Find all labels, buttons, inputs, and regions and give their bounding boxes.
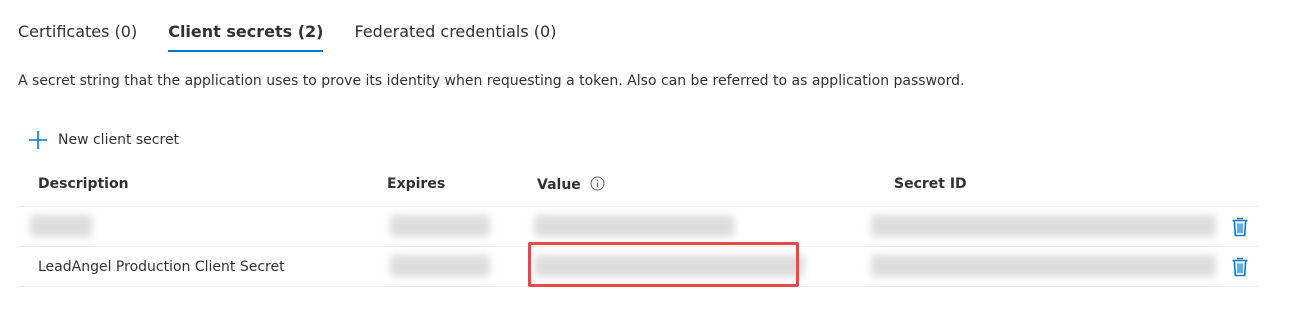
redacted-description bbox=[30, 215, 92, 237]
table-header: Description Expires Value Secret ID bbox=[18, 164, 1258, 207]
new-client-secret-button[interactable]: New client secret bbox=[28, 130, 179, 150]
redacted-secret-id bbox=[871, 255, 1216, 277]
column-header-value-label: Value bbox=[537, 177, 581, 193]
redacted-expires bbox=[390, 215, 490, 237]
table-row bbox=[18, 207, 1258, 247]
column-header-value: Value bbox=[537, 176, 605, 193]
redacted-secret-id bbox=[871, 215, 1216, 237]
tab-federated-credentials[interactable]: Federated credentials (0) bbox=[354, 22, 556, 52]
tab-bar: Certificates (0) Client secrets (2) Fede… bbox=[18, 22, 587, 52]
redacted-value bbox=[534, 215, 734, 237]
column-header-secret-id: Secret ID bbox=[894, 176, 967, 192]
row-description: LeadAngel Production Client Secret bbox=[38, 259, 285, 275]
redacted-expires bbox=[390, 255, 490, 277]
new-client-secret-label: New client secret bbox=[58, 132, 180, 148]
info-icon[interactable] bbox=[590, 176, 605, 191]
tab-certificates[interactable]: Certificates (0) bbox=[18, 22, 137, 52]
value-highlight-box bbox=[528, 242, 799, 287]
section-description: A secret string that the application use… bbox=[18, 73, 965, 89]
trash-icon[interactable] bbox=[1231, 256, 1249, 277]
column-header-expires: Expires bbox=[387, 176, 446, 192]
column-header-description: Description bbox=[38, 176, 129, 192]
trash-icon[interactable] bbox=[1231, 216, 1249, 237]
plus-icon bbox=[29, 131, 47, 149]
tab-client-secrets[interactable]: Client secrets (2) bbox=[168, 22, 324, 52]
